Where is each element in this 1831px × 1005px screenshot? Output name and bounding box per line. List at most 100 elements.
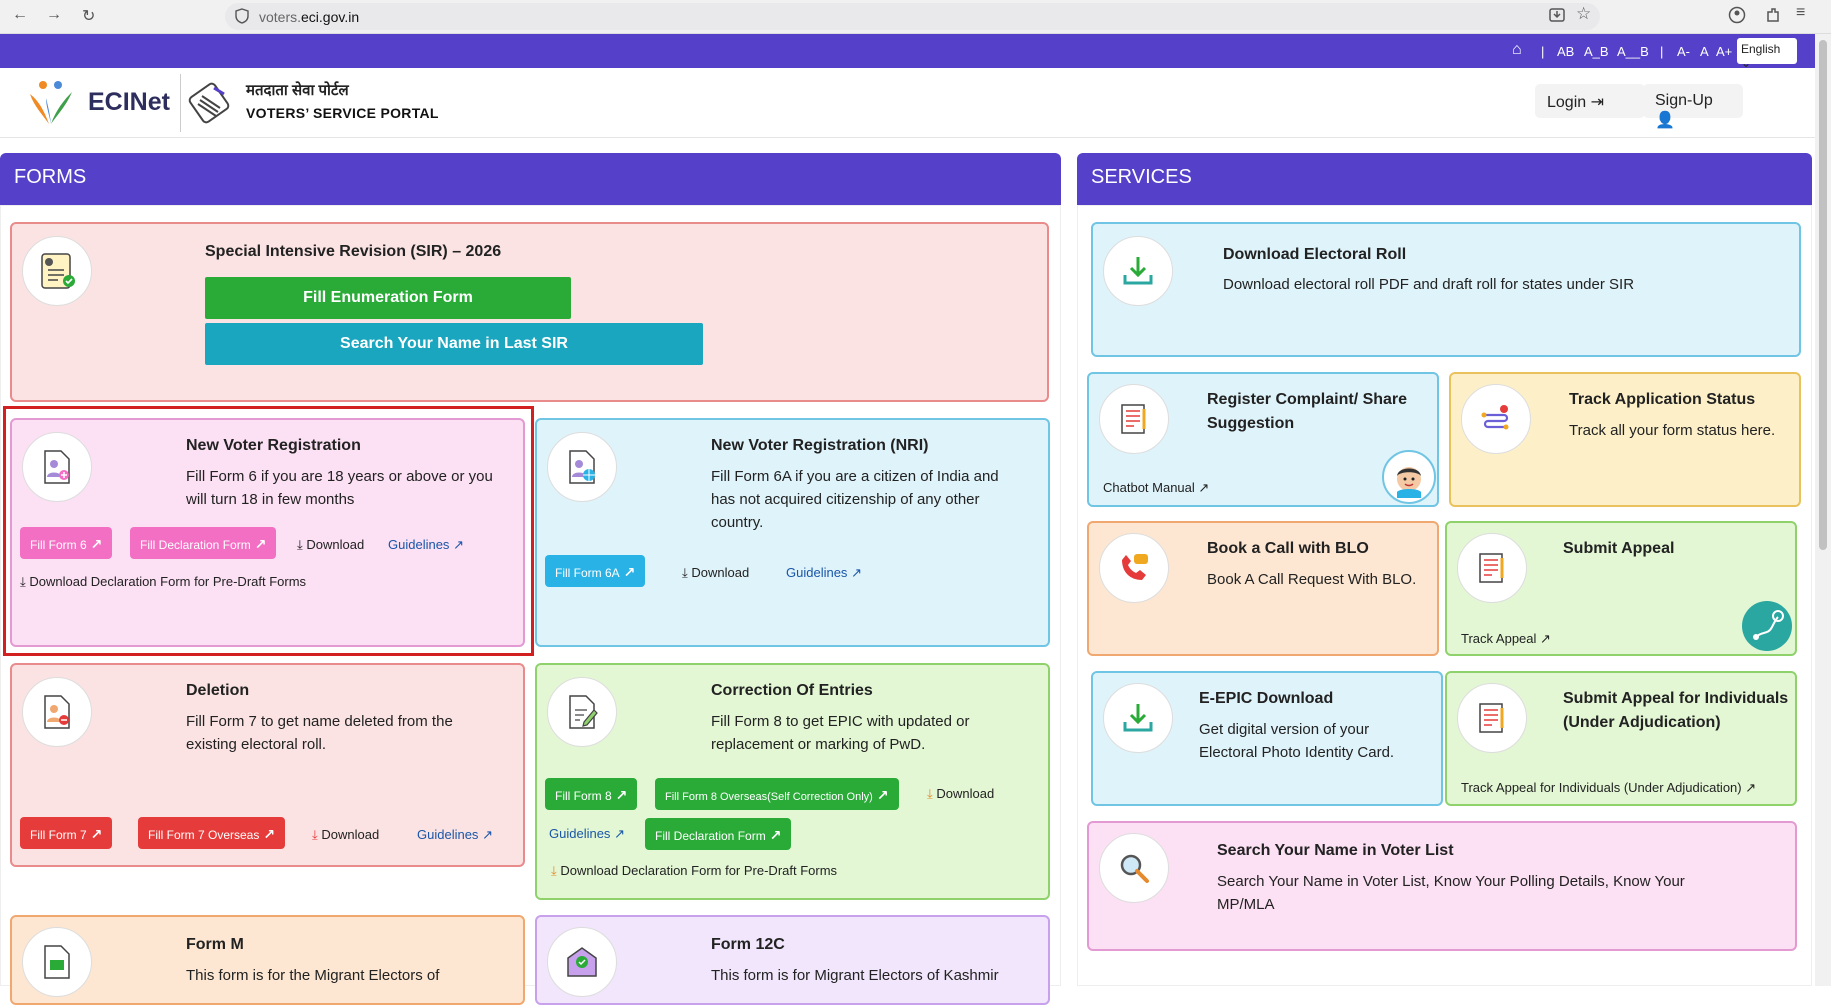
extensions-icon[interactable] [1764,6,1782,29]
correction-desc: Fill Form 8 to get EPIC with updated or … [711,713,970,753]
scrollbar-thumb[interactable] [1819,40,1827,550]
download-icon: ⤓ [927,786,937,801]
form-8-declaration-download-link[interactable]: ⤓ Download Declaration Form for Pre-Draf… [551,863,837,879]
menu-icon[interactable]: ≡ [1796,4,1805,22]
fill-form-7-button[interactable]: Fill Form 7 ↗ [20,817,113,849]
search-voter-list-card[interactable]: Search Your Name in Voter List Search Yo… [1087,821,1797,951]
separator: | [1541,44,1545,59]
services-heading: SERVICES [1077,153,1812,205]
font-increase-button[interactable]: A+ [1716,44,1732,59]
eci-logo[interactable] [24,76,78,130]
form-7-download-link[interactable]: ⤓ Download [312,827,379,843]
form-7-guidelines-link[interactable]: Guidelines ↗ [417,827,493,843]
forward-icon[interactable]: → [46,6,62,24]
blo-call-title: Book a Call with BLO [1207,540,1369,557]
fill-enumeration-form-button[interactable]: Fill Enumeration Form [205,277,571,319]
back-icon[interactable]: ← [12,6,28,24]
chatbot-manual-link[interactable]: Chatbot Manual ↗ [1103,480,1209,496]
fill-form-6a-button[interactable]: Fill Form 6A ↗ [545,555,646,587]
accessibility-bar: ⌂ | AB A_B A__B | A- A A+ English ⌄ [0,34,1815,70]
e-epic-desc: Get digital version of your Electoral Ph… [1199,721,1395,761]
user-plus-icon: 👤 [1655,112,1675,129]
browser-toolbar: ← → ↻ voters.eci.gov.in ☆ ≡ [0,0,1831,34]
e-epic-card[interactable]: E-EPIC Download Get digital version of y… [1091,671,1443,806]
fill-form-8-overseas-button[interactable]: Fill Form 8 Overseas(Self Correction Onl… [655,778,899,810]
selection-highlight [3,406,534,656]
form-6a-download-link[interactable]: ⤓ Download [682,565,749,581]
eci-brand: ECINet [88,88,170,116]
fill-form-7-overseas-button[interactable]: Fill Form 7 Overseas ↗ [138,817,286,849]
e-epic-title: E-EPIC Download [1199,690,1334,707]
sir-title: Special Intensive Revision (SIR) – 2026 [205,243,502,260]
voter-mitra-chatbot-icon[interactable] [1382,450,1436,504]
correction-title: Correction Of Entries [711,682,873,699]
appeal-document-icon [1457,683,1527,753]
form-8-download-link[interactable]: ⤓ Download [927,786,994,802]
install-icon[interactable] [1548,6,1566,29]
appeal-document-icon [1457,533,1527,603]
signup-button[interactable]: Sign-Up 👤 [1643,84,1743,129]
complaint-card[interactable]: Register Complaint/ Share Suggestion Cha… [1087,372,1439,507]
spacing-normal-button[interactable]: AB [1557,44,1574,59]
nri-voter-icon [547,432,617,502]
external-link-icon: ↗ [623,564,636,580]
nri-voter-card: New Voter Registration (NRI) Fill Form 6… [535,418,1050,647]
sir-card: Special Intensive Revision (SIR) – 2026 … [10,222,1049,402]
electoral-roll-title: Download Electoral Roll [1223,246,1407,263]
appeal-individuals-card[interactable]: Submit Appeal for Individuals (Under Adj… [1445,671,1797,806]
form-8-declaration-button[interactable]: Fill Declaration Form ↗ [645,818,792,850]
bookmark-star-icon[interactable]: ☆ [1576,4,1591,24]
address-bar[interactable]: voters.eci.gov.in [225,3,1600,30]
search-icon [1099,833,1169,903]
track-status-card[interactable]: Track Application Status Track all your … [1449,372,1801,507]
external-link-icon: ↗ [482,827,493,842]
reload-icon[interactable]: ↻ [82,6,95,26]
font-normal-button[interactable]: A [1700,44,1709,59]
submit-appeal-title: Submit Appeal [1563,540,1675,557]
deletion-desc: Fill Form 7 to get name deleted from the… [186,713,453,753]
complaint-title: Register Complaint/ Share Suggestion [1207,391,1408,432]
external-link-icon: ↗ [1745,780,1757,795]
electoral-roll-card[interactable]: Download Electoral Roll Download elector… [1091,222,1801,357]
font-decrease-button[interactable]: A- [1677,44,1690,59]
track-status-desc: Track all your form status here. [1569,422,1776,439]
page-scrollbar[interactable] [1815,34,1831,986]
login-button[interactable]: Login ⇥ [1535,84,1645,118]
electoral-roll-desc: Download electoral roll PDF and draft ro… [1223,276,1635,293]
form-8-guidelines-link[interactable]: Guidelines ↗ [549,826,625,842]
deletion-icon [22,677,92,747]
form-m-desc: This form is for the Migrant Electors of [186,967,440,984]
forms-heading: FORMS [0,153,1061,205]
nri-title: New Voter Registration (NRI) [711,437,929,454]
track-appeal-individuals-link[interactable]: Track Appeal for Individuals (Under Adju… [1461,780,1756,796]
sir-form-icon [22,236,92,306]
spacing-medium-button[interactable]: A_B [1584,44,1609,59]
download-icon: ⤓ [551,863,561,878]
download-icon: ⤓ [682,565,692,580]
url-text: voters.eci.gov.in [259,9,360,25]
fill-form-8-button[interactable]: Fill Form 8 ↗ [545,778,638,810]
blo-call-card[interactable]: Book a Call with BLO Book A Call Request… [1087,521,1439,656]
correction-card: Correction Of Entries Fill Form 8 to get… [535,663,1050,900]
search-voter-list-desc: Search Your Name in Voter List, Know You… [1217,873,1685,913]
route-tracking-icon [1742,601,1792,651]
external-link-icon: ↗ [1540,631,1551,646]
search-name-last-sir-button[interactable]: Search Your Name in Last SIR [205,323,703,365]
spacing-large-button[interactable]: A__B [1617,44,1649,59]
voters-portal-logo [188,82,230,124]
form-12c-title: Form 12C [711,936,785,953]
complaint-icon [1099,384,1169,454]
form-6a-guidelines-link[interactable]: Guidelines ↗ [786,565,862,581]
site-info-icon[interactable] [235,8,249,29]
track-appeal-link[interactable]: Track Appeal ↗ [1461,631,1551,647]
external-link-icon: ↗ [851,565,862,580]
correction-icon [547,677,617,747]
download-icon [1103,236,1173,306]
home-icon[interactable]: ⌂ [1512,41,1522,59]
language-select[interactable]: English ⌄ [1737,38,1797,70]
nri-desc: Fill Form 6A if you are a citizen of Ind… [711,468,999,531]
submit-appeal-card[interactable]: Submit Appeal Track Appeal ↗ [1445,521,1797,656]
portal-title: VOTERS’ SERVICE PORTAL [246,105,439,121]
profile-icon[interactable] [1728,6,1746,29]
form-12c-card: Form 12C This form is for Migrant Electo… [535,915,1050,1005]
